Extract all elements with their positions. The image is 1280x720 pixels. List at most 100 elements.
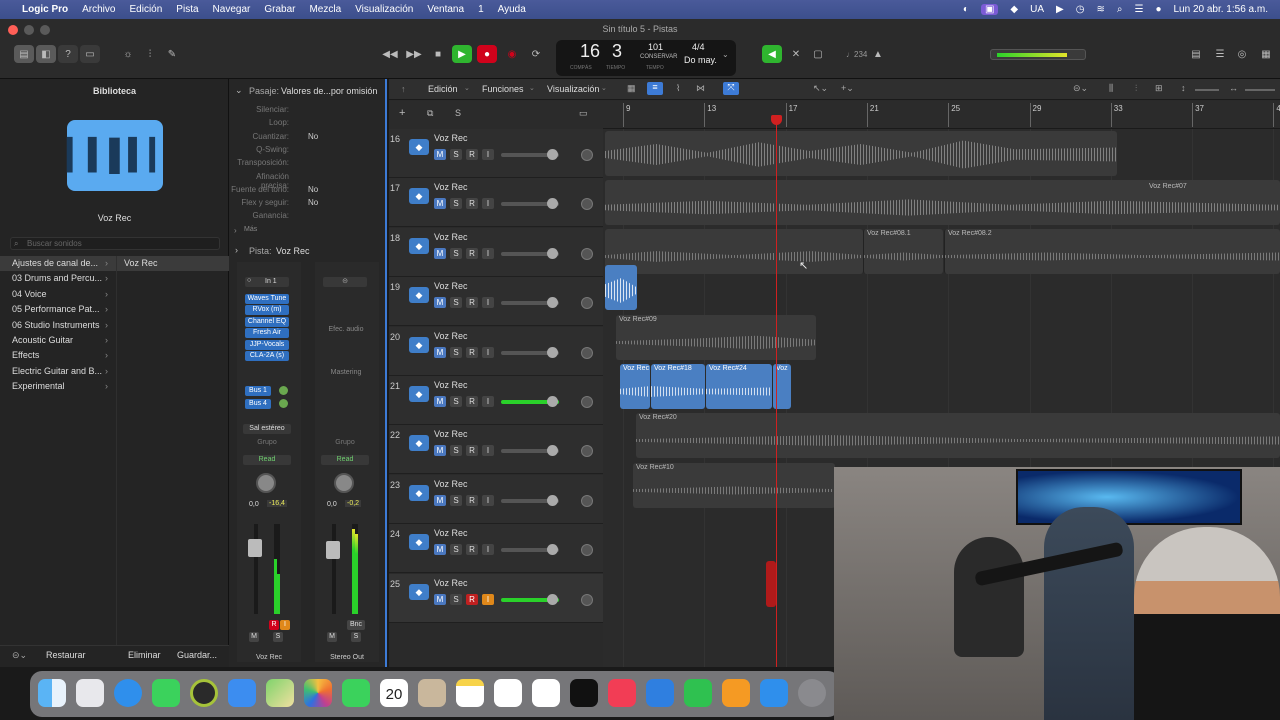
help-icon[interactable]: ?	[58, 45, 78, 63]
count-label[interactable]: ♩234	[846, 50, 867, 59]
horizontal-zoom-slider[interactable]	[1245, 89, 1275, 91]
browser-icon[interactable]: ▦	[1256, 45, 1276, 63]
pan-knob[interactable]	[581, 149, 593, 161]
track-header[interactable]: 18 ◆ Voz Rec M S R I	[389, 227, 603, 277]
library-category[interactable]: Experimental	[12, 381, 65, 391]
selected-patch[interactable]: Voz Rec	[124, 258, 158, 268]
record-enable-button[interactable]: R	[466, 198, 478, 210]
menu-pista[interactable]: Pista	[176, 4, 198, 15]
track-name[interactable]: Voz Rec	[434, 479, 468, 489]
loop-browser-icon[interactable]: ◎	[1232, 45, 1252, 63]
mute-button[interactable]: M	[434, 593, 446, 605]
waveform-zoom-icon[interactable]: ⫼	[1109, 83, 1113, 94]
track-header[interactable]: 17 ◆ Voz Rec M S R I	[389, 178, 603, 228]
record-enable-button[interactable]: R	[466, 544, 478, 556]
library-category[interactable]: Effects	[12, 350, 39, 360]
app-store-icon[interactable]	[760, 679, 788, 707]
global-tracks-icon[interactable]: ▭	[579, 108, 588, 119]
solo-button[interactable]: S	[450, 494, 462, 506]
notes-icon[interactable]	[456, 679, 484, 707]
input-monitor-button[interactable]: I	[482, 593, 494, 605]
menu-app[interactable]: Logic Pro	[22, 4, 68, 15]
tuner-icon[interactable]: ✕	[786, 45, 806, 63]
solo-button[interactable]: S	[450, 593, 462, 605]
volume-fader-knob[interactable]	[547, 593, 558, 605]
ruler[interactable]: 9 13 17 21 25 29 33 37 41	[603, 101, 1280, 129]
input-monitor-left[interactable]: I	[280, 620, 290, 630]
param-value[interactable]: No	[308, 198, 318, 207]
track-name[interactable]: Voz Rec	[434, 528, 468, 538]
volume-fader-knob[interactable]	[547, 346, 558, 358]
more-label[interactable]: Más	[244, 226, 257, 233]
volume-fader-knob[interactable]	[547, 149, 558, 160]
waveform-icon[interactable]: ◆	[409, 237, 429, 254]
mute-button[interactable]: M	[434, 544, 446, 556]
stop-icon[interactable]: ■	[428, 45, 448, 63]
status-icon[interactable]: ◐	[963, 4, 969, 15]
record-enable-left[interactable]: R	[269, 620, 279, 630]
mute-button[interactable]: M	[434, 445, 446, 457]
region-21a[interactable]: Voz Rec	[620, 364, 650, 409]
plugin-slot[interactable]: JJP-Vocals	[245, 339, 289, 350]
input-monitor-button[interactable]: I	[482, 149, 494, 160]
editors-icon[interactable]: ✎	[162, 45, 182, 63]
track-header[interactable]: 22 ◆ Voz Rec M S R I	[389, 425, 603, 475]
library-category[interactable]: 05 Performance Pat...	[12, 304, 100, 314]
record-enable-button[interactable]: R	[466, 494, 478, 506]
input-language[interactable]: UA	[1030, 4, 1044, 15]
master-volume-slider[interactable]	[990, 49, 1086, 60]
input-monitor-button[interactable]: I	[482, 247, 494, 259]
play-button[interactable]: ▶	[452, 45, 472, 63]
solo-button[interactable]: S	[450, 247, 462, 259]
photos-icon[interactable]	[304, 679, 332, 707]
menu-archivo[interactable]: Archivo	[82, 4, 115, 15]
launchpad-icon[interactable]	[76, 679, 104, 707]
region-09[interactable]: Voz Rec#09	[616, 315, 816, 360]
back-icon[interactable]: ↑	[401, 84, 406, 94]
mute-right[interactable]: M	[327, 632, 337, 642]
input-monitor-button[interactable]: I	[482, 198, 494, 210]
smart-controls-icon[interactable]: ☼	[118, 45, 138, 63]
count-in-icon[interactable]: ◀	[762, 45, 782, 63]
group-slot-left[interactable]: Grupo	[243, 439, 291, 446]
region-disclosure-icon[interactable]: ⌄	[235, 85, 243, 96]
record-enable-button[interactable]: R	[466, 297, 478, 309]
plugin-slot[interactable]: Waves Tune	[245, 294, 289, 304]
input-monitor-button[interactable]: I	[482, 396, 494, 407]
automation-left[interactable]: Read	[243, 455, 291, 465]
contacts-icon[interactable]	[418, 679, 446, 707]
recording-region[interactable]	[766, 561, 776, 607]
siri-icon[interactable]: ●	[1155, 4, 1161, 15]
waveform-icon[interactable]: ◆	[409, 188, 429, 205]
playhead[interactable]	[776, 115, 777, 667]
waveform-icon[interactable]: ◆	[409, 336, 429, 353]
grid-view-icon[interactable]: ▦	[627, 83, 636, 94]
track-name[interactable]: Voz Rec	[434, 380, 468, 390]
toolbar-toggle-icon[interactable]: ▭	[80, 45, 100, 63]
region-track16[interactable]	[605, 131, 1117, 176]
vpn-icon[interactable]: ◆	[1010, 4, 1018, 15]
menu-navegar[interactable]: Navegar	[213, 4, 251, 15]
calendar-icon[interactable]: 20	[380, 679, 408, 707]
track-name[interactable]: Voz Rec	[434, 182, 468, 192]
solo-button[interactable]: S	[450, 198, 462, 210]
menu-visualizacion[interactable]: Visualización	[355, 4, 413, 15]
volume-left[interactable]: 0,0	[249, 501, 259, 508]
menu-mezcla[interactable]: Mezcla	[309, 4, 341, 15]
plugin-slot[interactable]: CLA-2A (s)	[245, 351, 289, 361]
track-disclosure-icon[interactable]: ›	[235, 245, 238, 255]
pan-knob[interactable]	[581, 297, 593, 310]
send-bus1-knob[interactable]	[279, 386, 288, 395]
mixer-icon[interactable]: ⫶	[140, 45, 160, 63]
library-category[interactable]: 03 Drums and Percu...	[12, 273, 102, 283]
pan-knob[interactable]	[581, 247, 593, 260]
pan-knob[interactable]	[581, 593, 593, 606]
plugin-slot[interactable]: Fresh Air	[245, 328, 289, 339]
mute-button[interactable]: M	[434, 494, 446, 506]
volume-fader-knob[interactable]	[547, 494, 558, 506]
keynote-icon[interactable]	[646, 679, 674, 707]
action-menu-icon[interactable]: ⊝⌄	[12, 650, 27, 661]
pointer-tool-icon[interactable]: ↖⌄	[813, 83, 828, 94]
region-10[interactable]: Voz Rec#10	[633, 463, 835, 508]
menu-edicion[interactable]: Edición	[129, 4, 162, 15]
